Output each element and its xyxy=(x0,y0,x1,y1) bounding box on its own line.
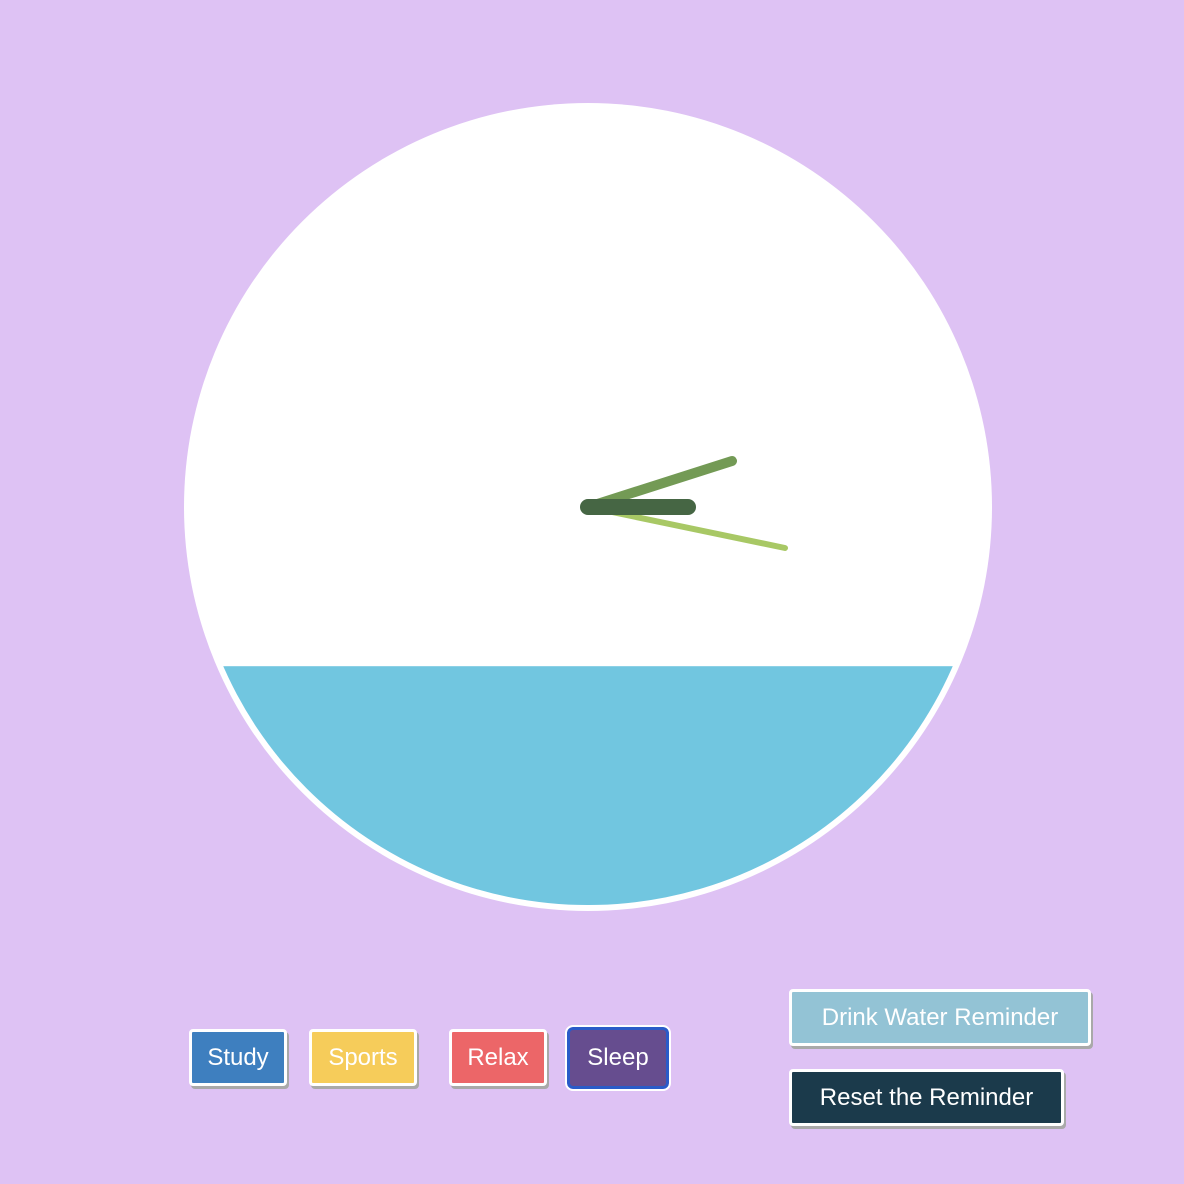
study-button[interactable]: Study xyxy=(189,1029,287,1086)
drink-water-reminder-button[interactable]: Drink Water Reminder xyxy=(789,989,1091,1046)
sports-button[interactable]: Sports xyxy=(309,1029,417,1086)
relax-button[interactable]: Relax xyxy=(449,1029,547,1086)
reset-reminder-button[interactable]: Reset the Reminder xyxy=(789,1069,1064,1126)
sleep-button[interactable]: Sleep xyxy=(565,1025,671,1091)
